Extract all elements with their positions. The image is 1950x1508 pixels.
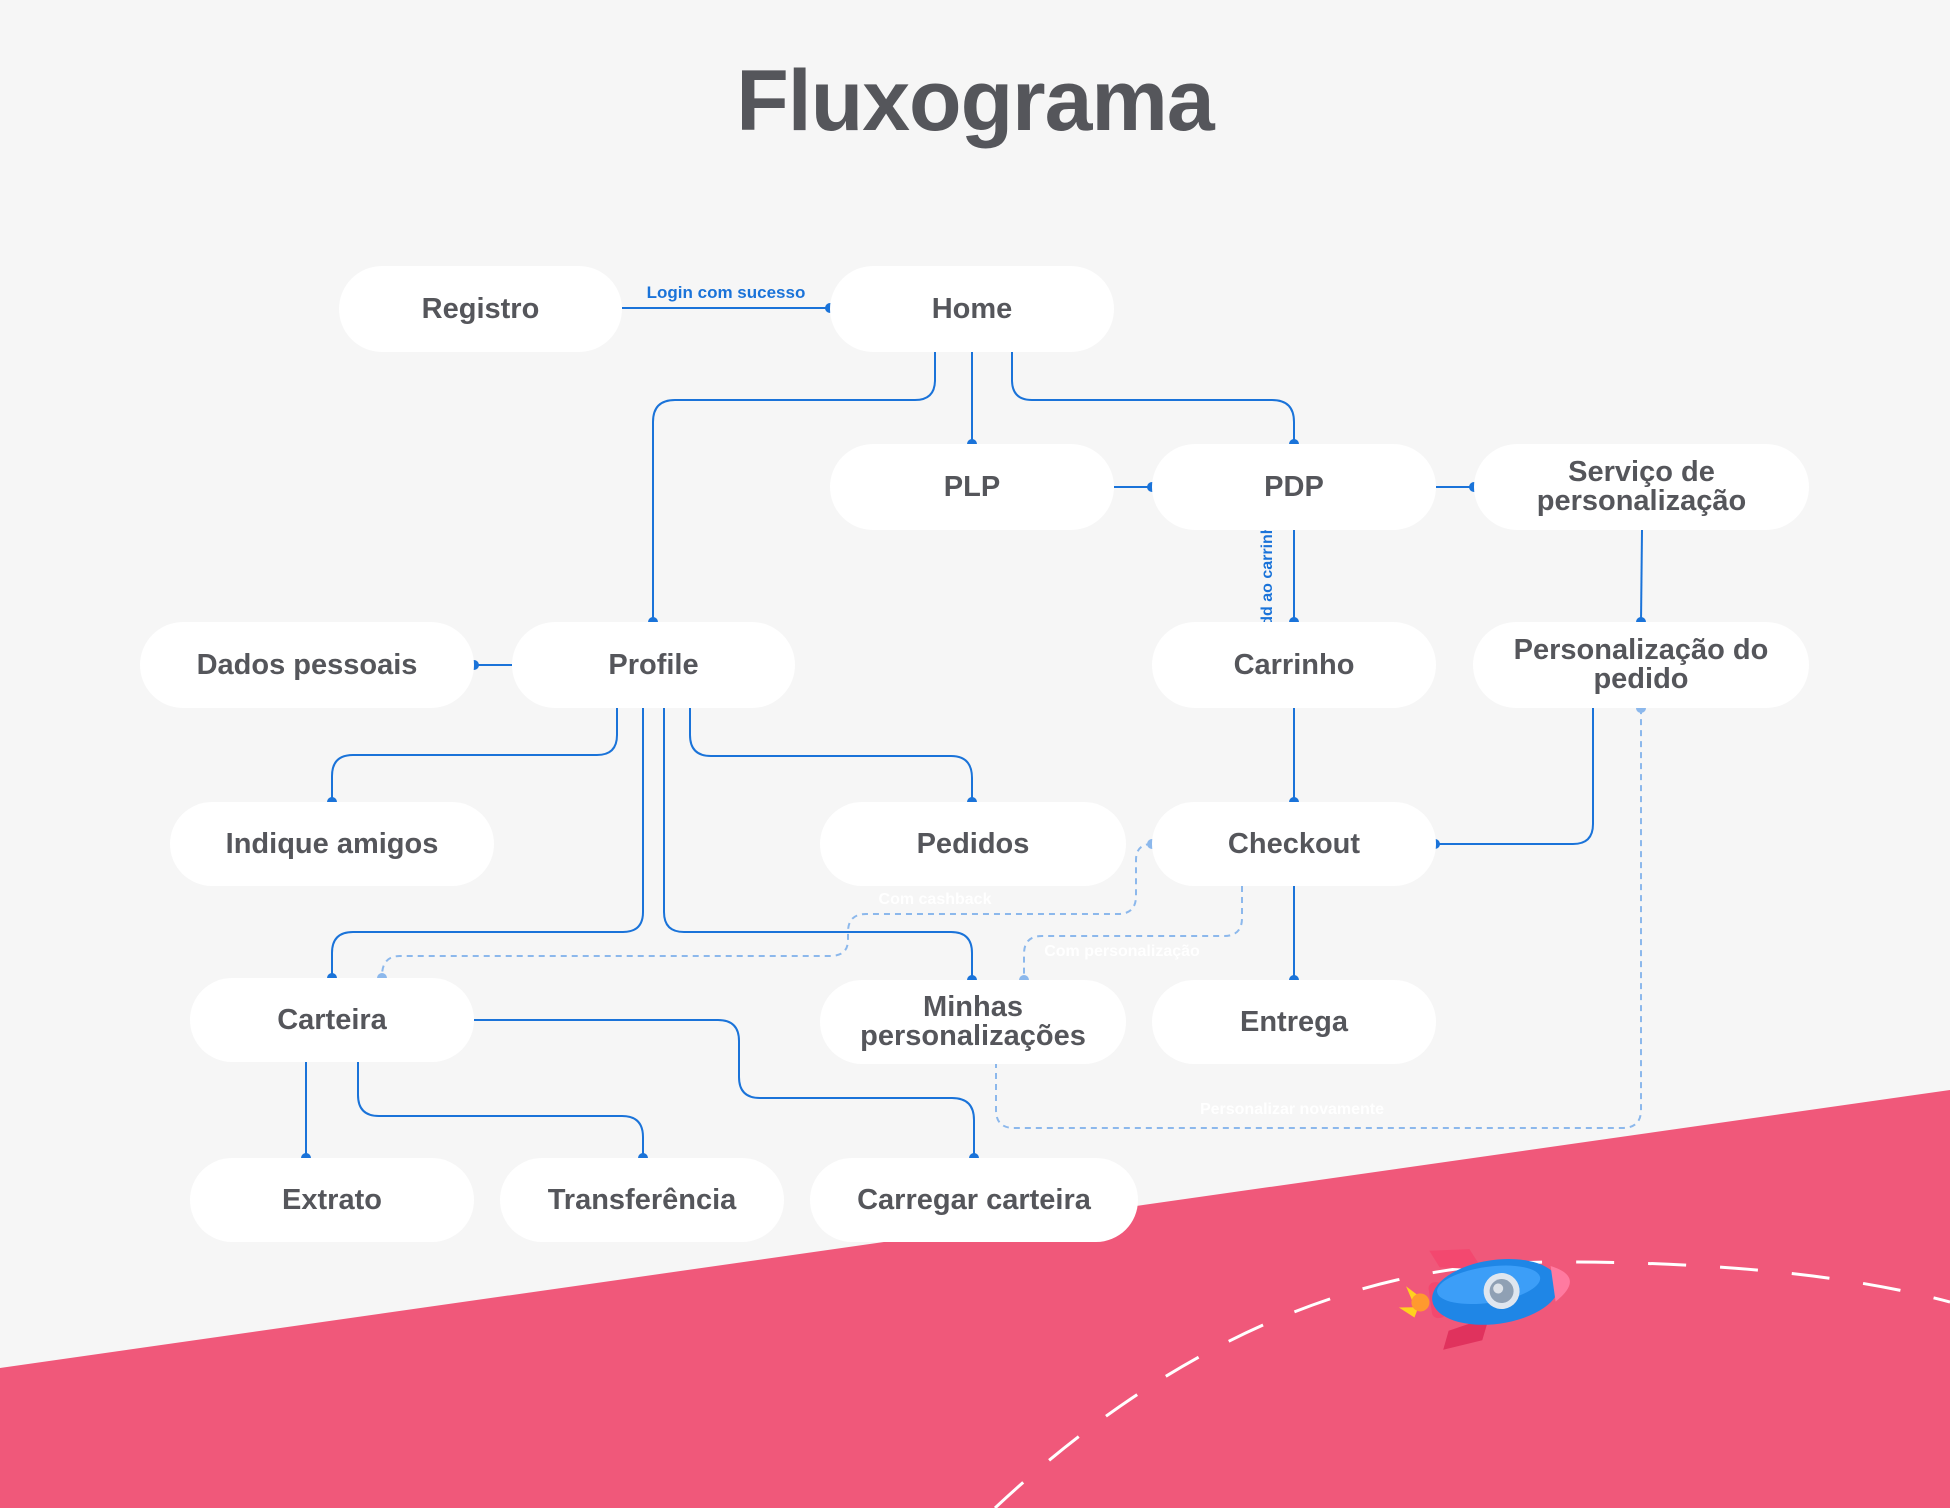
node-registro[interactable]: Registro bbox=[339, 266, 622, 352]
node-extrato[interactable]: Extrato bbox=[190, 1158, 474, 1242]
node-personalizacao-pedido[interactable]: Personalização do pedido bbox=[1473, 622, 1809, 708]
node-carrinho[interactable]: Carrinho bbox=[1152, 622, 1436, 708]
connector-personalizacao-checkout bbox=[1435, 708, 1594, 845]
node-pdp[interactable]: PDP bbox=[1152, 444, 1436, 530]
edge-label-add-carrinho: Add ao carrinho bbox=[1259, 514, 1276, 637]
node-carregar-carteira[interactable]: Carregar carteira bbox=[810, 1158, 1138, 1242]
connector-profile-pedidos bbox=[689, 708, 973, 802]
connector-home-pdp bbox=[1011, 352, 1295, 444]
node-minhas-personalizacoes[interactable]: Minhas personalizações bbox=[820, 980, 1126, 1064]
connector-servico-personalizacao bbox=[1640, 529, 1643, 623]
node-servico-personalizacao[interactable]: Serviço de personalização bbox=[1474, 444, 1809, 530]
node-transferencia[interactable]: Transferência bbox=[500, 1158, 784, 1242]
edge-label-personalizar-novamente: Personalizar novamente bbox=[1200, 1101, 1384, 1118]
edge-label-login: Login com sucesso bbox=[647, 283, 806, 302]
edge-label-personalizacao: Com personalização bbox=[1044, 943, 1200, 960]
connector-carteira-transferencia bbox=[357, 1062, 644, 1158]
edge-label-cashback: Com cashback bbox=[879, 891, 992, 908]
connectors: Login com sucesso Add ao carrinho Com ca… bbox=[301, 283, 1646, 1163]
node-carteira[interactable]: Carteira bbox=[190, 978, 474, 1062]
node-checkout[interactable]: Checkout bbox=[1152, 802, 1436, 886]
connector-dashed-personalizacao bbox=[1023, 886, 1243, 978]
node-pedidos[interactable]: Pedidos bbox=[820, 802, 1126, 886]
connector-dashed-personalizar-novamente bbox=[995, 708, 1642, 1129]
node-dados-pessoais[interactable]: Dados pessoais bbox=[140, 622, 474, 708]
node-indique-amigos[interactable]: Indique amigos bbox=[170, 802, 494, 886]
node-entrega[interactable]: Entrega bbox=[1152, 980, 1436, 1064]
connector-profile-indique bbox=[331, 708, 618, 802]
node-profile[interactable]: Profile bbox=[512, 622, 795, 708]
node-plp[interactable]: PLP bbox=[830, 444, 1114, 530]
node-home[interactable]: Home bbox=[830, 266, 1114, 352]
